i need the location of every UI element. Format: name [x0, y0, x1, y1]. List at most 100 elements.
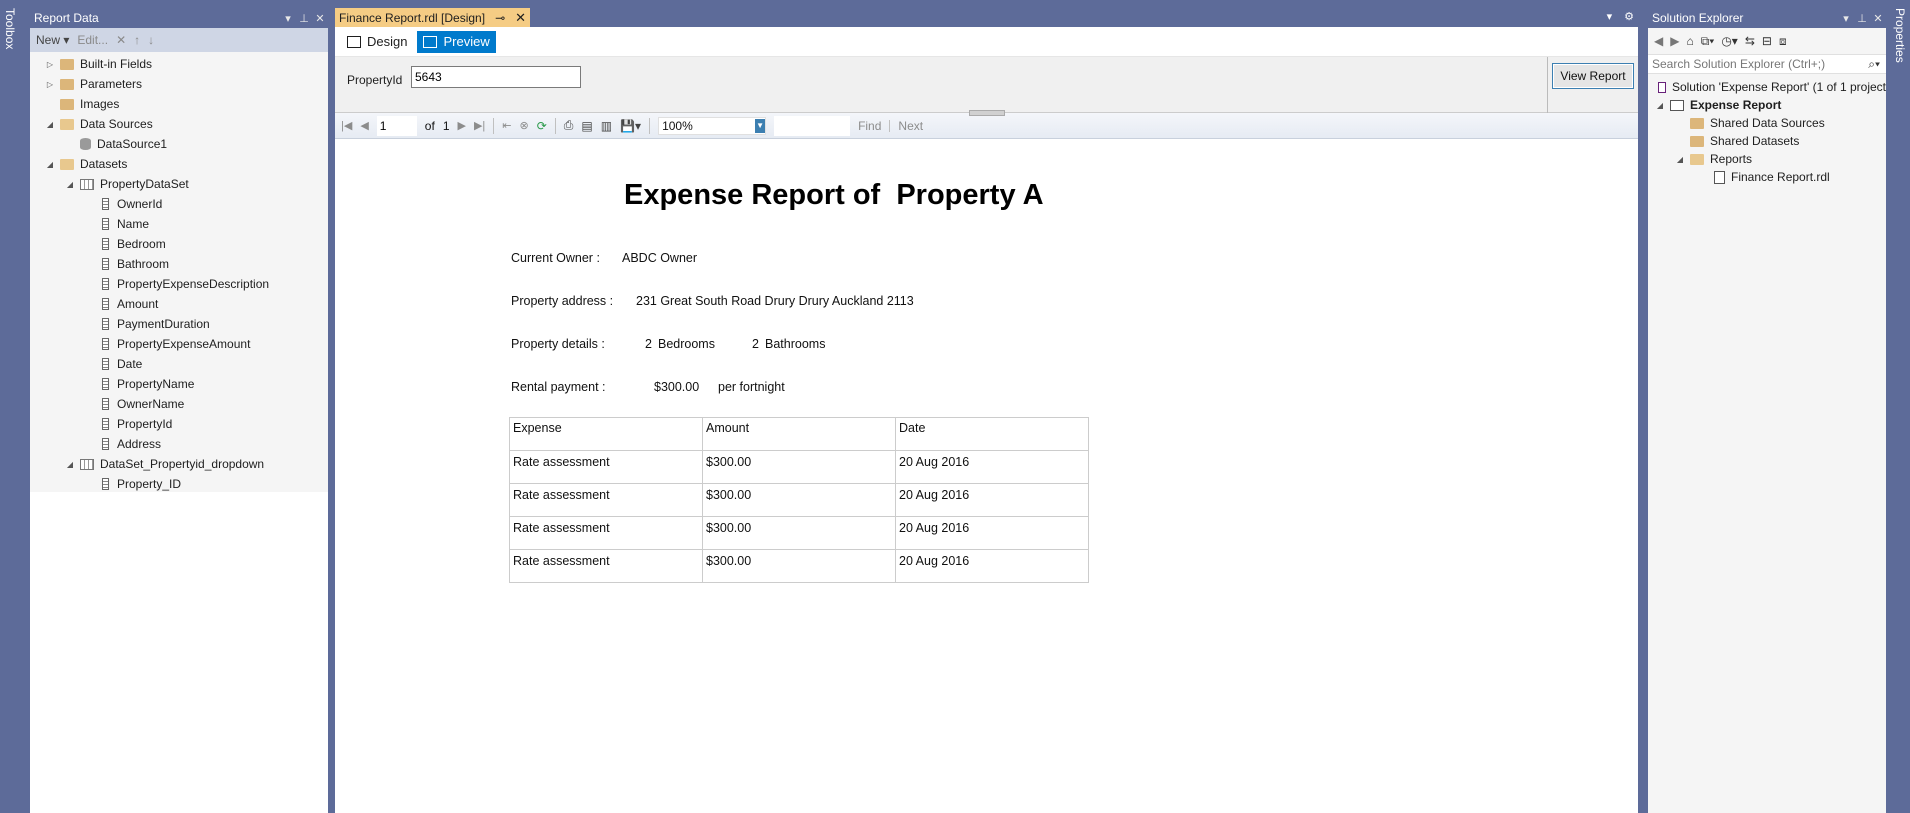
- tree-item-dropdown-dataset[interactable]: ◢ DataSet_Propertyid_dropdown: [30, 454, 328, 474]
- switch-views-icon[interactable]: ⧉▾: [1701, 34, 1715, 49]
- back-icon[interactable]: ⇤: [502, 119, 511, 132]
- collapse-all-icon[interactable]: ⊟: [1762, 34, 1772, 48]
- tree-item-field[interactable]: PropertyId: [30, 414, 328, 434]
- collapse-icon[interactable]: ◢: [64, 180, 76, 189]
- sync-icon[interactable]: ⇆: [1745, 34, 1755, 48]
- view-report-button[interactable]: View Report: [1552, 63, 1634, 89]
- tree-item-images[interactable]: Images: [30, 94, 328, 114]
- new-button[interactable]: New ▾: [36, 33, 69, 47]
- zoom-select[interactable]: 100% ▼: [658, 116, 767, 135]
- tree-item-label: Reports: [1710, 152, 1753, 166]
- toolbox-strip[interactable]: Toolbox: [0, 0, 20, 813]
- solution-search-input[interactable]: Search Solution Explorer (Ctrl+;) ⌕▾: [1648, 54, 1886, 74]
- print-icon[interactable]: ⎙: [564, 118, 574, 133]
- tree-item-parameters[interactable]: ▷ Parameters: [30, 74, 328, 94]
- last-page-icon[interactable]: ▶|: [474, 119, 485, 132]
- collapse-icon[interactable]: ◢: [64, 460, 76, 469]
- dropdown-icon[interactable]: ▾: [1838, 12, 1854, 25]
- tree-item-field[interactable]: OwnerName: [30, 394, 328, 414]
- properties-strip[interactable]: Properties: [1890, 0, 1910, 813]
- next-page-icon[interactable]: ▶: [458, 119, 466, 132]
- tree-item-datasets[interactable]: ◢ Datasets: [30, 154, 328, 174]
- tab-preview[interactable]: Preview: [417, 30, 496, 53]
- field-icon: [102, 418, 109, 430]
- field-icon: [102, 298, 109, 310]
- tree-item-shared-data-sources[interactable]: Shared Data Sources: [1648, 114, 1886, 132]
- tree-item-field[interactable]: Bathroom: [30, 254, 328, 274]
- chevron-down-icon[interactable]: ▼: [755, 118, 766, 133]
- find-button[interactable]: Find: [858, 119, 881, 133]
- tree-item-field[interactable]: PaymentDuration: [30, 314, 328, 334]
- find-input[interactable]: [774, 115, 851, 136]
- previous-page-icon[interactable]: ◀: [360, 119, 368, 132]
- property-id-input[interactable]: [411, 66, 581, 88]
- tree-item-field[interactable]: PropertyName: [30, 374, 328, 394]
- tree-item-builtin-fields[interactable]: ▷ Built-in Fields: [30, 54, 328, 74]
- tab-finance-report[interactable]: Finance Report.rdl [Design] ⊸ ✕: [335, 8, 531, 27]
- tree-item-field[interactable]: Property_ID: [30, 474, 328, 494]
- field-label: Date: [117, 357, 143, 371]
- pin-icon[interactable]: ⊸: [495, 11, 505, 25]
- export-icon[interactable]: 💾▾: [620, 119, 641, 133]
- cell-date: 20 Aug 2016: [895, 483, 1089, 517]
- tab-dropdown-icon[interactable]: ▾: [1607, 10, 1613, 23]
- tree-item-field[interactable]: OwnerId: [30, 194, 328, 214]
- page-number-input[interactable]: [376, 115, 417, 136]
- home-icon[interactable]: ⌂: [1686, 34, 1693, 48]
- tree-item-field[interactable]: PropertyExpenseDescription: [30, 274, 328, 294]
- collapse-parameters-handle[interactable]: [969, 110, 1005, 116]
- tab-design[interactable]: Design: [341, 31, 413, 53]
- settings-icon[interactable]: ⚙: [1624, 10, 1634, 23]
- dropdown-icon[interactable]: ▾: [280, 12, 296, 25]
- tree-item-field[interactable]: Bedroom: [30, 234, 328, 254]
- report-data-title: Report Data: [34, 11, 99, 25]
- tree-item-field[interactable]: Address: [30, 434, 328, 454]
- solution-explorer-toolbar: ◀ ▶ ⌂ ⧉▾ ◷▾ ⇆ ⊟ ⧈: [1648, 28, 1886, 54]
- print-layout-icon[interactable]: ▤: [581, 119, 592, 133]
- tree-item-field[interactable]: PropertyExpenseAmount: [30, 334, 328, 354]
- collapse-icon[interactable]: ◢: [44, 160, 56, 169]
- tree-item-project[interactable]: ◢ Expense Report: [1648, 96, 1886, 114]
- tree-item-datasource1[interactable]: DataSource1: [30, 134, 328, 154]
- back-icon[interactable]: ◀: [1654, 34, 1663, 48]
- tree-item-report-file[interactable]: Finance Report.rdl: [1648, 168, 1886, 186]
- collapse-icon[interactable]: ◢: [1674, 155, 1686, 164]
- move-down-icon[interactable]: ↓: [148, 33, 154, 47]
- show-all-files-icon[interactable]: ⧈: [1779, 34, 1787, 49]
- field-label: Amount: [117, 297, 159, 311]
- close-tab-icon[interactable]: ✕: [515, 10, 526, 26]
- delete-icon[interactable]: ✕: [116, 33, 126, 47]
- properties-label[interactable]: Properties: [1893, 0, 1907, 63]
- tree-item-field[interactable]: Name: [30, 214, 328, 234]
- forward-icon[interactable]: ▶: [1670, 34, 1679, 48]
- tree-item-field[interactable]: Date: [30, 354, 328, 374]
- move-up-icon[interactable]: ↑: [134, 33, 140, 47]
- tree-item-data-sources[interactable]: ◢ Data Sources: [30, 114, 328, 134]
- edit-button[interactable]: Edit...: [77, 33, 108, 47]
- search-icon[interactable]: ⌕▾: [1868, 57, 1880, 72]
- pin-icon[interactable]: ⊥: [296, 12, 312, 25]
- pin-icon[interactable]: ⊥: [1854, 12, 1870, 25]
- page-setup-icon[interactable]: ▥: [601, 119, 612, 133]
- collapse-icon[interactable]: ◢: [44, 120, 56, 129]
- expand-icon[interactable]: ▷: [44, 60, 56, 69]
- pending-changes-icon[interactable]: ◷▾: [1721, 34, 1738, 48]
- tree-item-property-dataset[interactable]: ◢ PropertyDataSet: [30, 174, 328, 194]
- report-file-icon: [1714, 170, 1725, 184]
- next-button[interactable]: Next: [898, 119, 923, 133]
- tree-item-solution[interactable]: Solution 'Expense Report' (1 of 1 projec…: [1648, 78, 1886, 96]
- refresh-icon[interactable]: ⟳: [537, 119, 547, 133]
- bedrooms-label: Bedrooms: [658, 337, 715, 351]
- tree-item-field[interactable]: Amount: [30, 294, 328, 314]
- first-page-icon[interactable]: |◀: [341, 119, 352, 132]
- toolbox-label[interactable]: Toolbox: [3, 0, 17, 49]
- expand-icon[interactable]: ▷: [44, 80, 56, 89]
- collapse-icon[interactable]: ◢: [1654, 101, 1666, 110]
- close-icon[interactable]: ✕: [1870, 12, 1886, 25]
- solution-icon: [1658, 81, 1666, 93]
- stop-icon[interactable]: ⊗: [520, 119, 529, 132]
- project-icon: [1670, 99, 1684, 111]
- tree-item-reports[interactable]: ◢ Reports: [1648, 150, 1886, 168]
- close-icon[interactable]: ✕: [312, 12, 328, 25]
- tree-item-shared-datasets[interactable]: Shared Datasets: [1648, 132, 1886, 150]
